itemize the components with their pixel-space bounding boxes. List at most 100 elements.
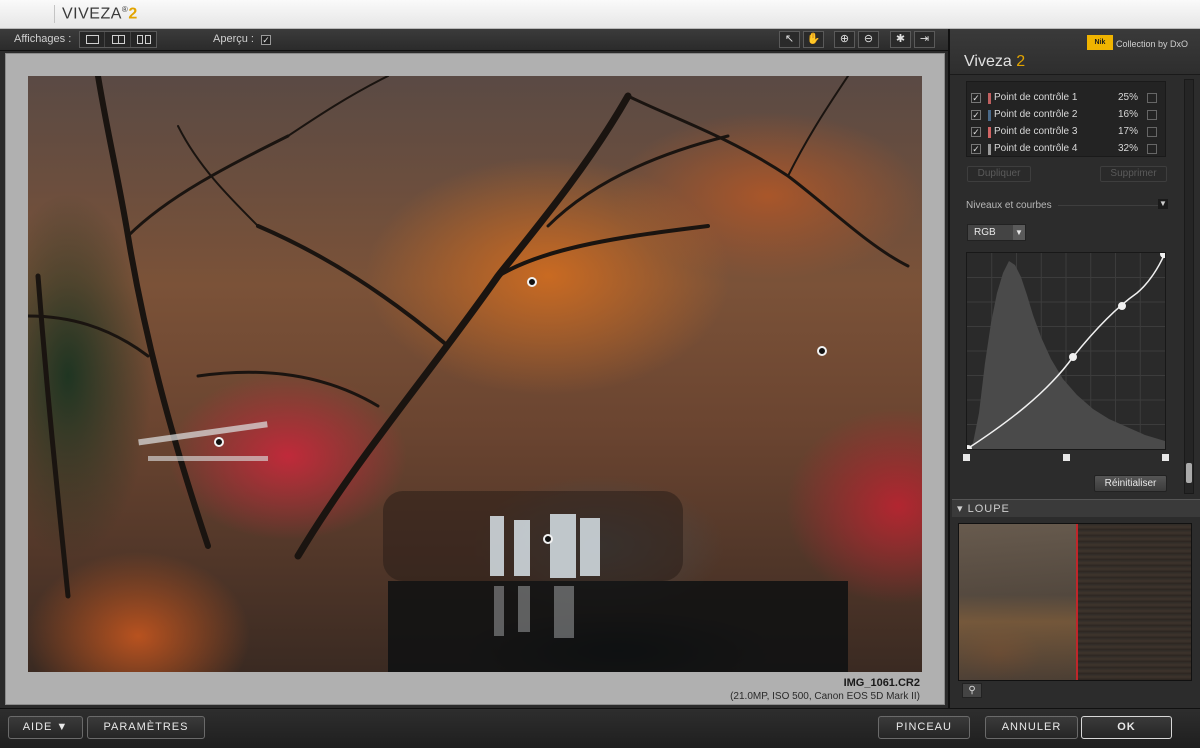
control-point-2-percent: 16%: [1118, 109, 1139, 120]
side-by-side-right-icon: [145, 35, 151, 44]
app-title: VIVEZA®2: [62, 5, 138, 23]
hand-tool-button[interactable]: ✋: [803, 31, 824, 48]
control-point-3-label: Point de contrôle 3: [994, 126, 1078, 137]
control-point-4-group-box[interactable]: [1147, 144, 1157, 154]
control-point-4[interactable]: [543, 534, 553, 544]
hand-icon: ✋: [806, 33, 821, 45]
loupe-header[interactable]: ▾ LOUPE: [952, 499, 1200, 517]
loupe-title-text: LOUPE: [967, 503, 1010, 515]
app-version: 2: [128, 5, 138, 23]
zoom-in-button[interactable]: ⊕: [834, 31, 855, 48]
levels-curves-title: Niveaux et courbes: [966, 200, 1052, 211]
zoom-out-button[interactable]: ⊖: [858, 31, 879, 48]
panel-title: Viveza 2: [964, 53, 1025, 71]
duplicate-button[interactable]: Dupliquer: [967, 166, 1031, 182]
control-point-4-checkbox[interactable]: ✓: [971, 144, 981, 154]
single-view-icon: [86, 35, 99, 44]
help-button[interactable]: AIDE ▼: [8, 716, 83, 739]
viveza-window: VIVEZA®2 Affichages : Aperçu : ✓ ↖ ✋ ⊕ ⊖…: [0, 0, 1200, 748]
split-view-button[interactable]: [106, 32, 131, 47]
control-point-4-label: Point de contrôle 4: [994, 143, 1078, 154]
file-info: (21.0MP, ISO 500, Canon EOS 5D Mark II): [730, 691, 920, 702]
control-point-2-group-box[interactable]: [1147, 110, 1157, 120]
white-point-slider[interactable]: [1162, 454, 1169, 461]
control-point-3-checkbox[interactable]: ✓: [971, 127, 981, 137]
collection-text: Collection by DxO: [1116, 39, 1189, 49]
pin-loupe-button[interactable]: ⚲: [962, 683, 982, 698]
control-point-3-group-box[interactable]: [1147, 127, 1157, 137]
control-point-1-group-box[interactable]: [1147, 93, 1157, 103]
zoom-out-icon: ⊖: [863, 33, 874, 45]
title-bar: VIVEZA®2: [0, 0, 1200, 29]
control-point-2-swatch: [988, 110, 991, 121]
side-by-side-view-button[interactable]: [132, 32, 157, 47]
control-point-1-checkbox[interactable]: ✓: [971, 93, 981, 103]
loupe-preview: [1077, 524, 1191, 680]
panel-header: Nik Collection by DxO Viveza 2: [950, 29, 1200, 75]
toolbar: Affichages : Aperçu : ✓ ↖ ✋ ⊕ ⊖ ✱ ⇥: [0, 29, 948, 51]
control-point-4-percent: 32%: [1118, 143, 1139, 154]
canvas-frame: IMG_1061.CR2 (21.0MP, ISO 500, Canon EOS…: [5, 53, 945, 705]
lightbulb-icon: ✱: [895, 33, 906, 45]
control-point-3-swatch: [988, 127, 991, 138]
apercu-checkbox[interactable]: ✓: [261, 35, 271, 45]
control-point-row-3[interactable]: ✓ Point de contrôle 3 17%: [967, 124, 1165, 141]
export-button[interactable]: ⇥: [914, 31, 935, 48]
tree-branches: [28, 76, 910, 672]
file-name: IMG_1061.CR2: [843, 677, 920, 689]
curves-histogram: [967, 253, 1165, 449]
control-point-2-label: Point de contrôle 2: [994, 109, 1078, 120]
control-point-1-swatch: [988, 93, 991, 104]
control-point-list: ✓ Point de contrôle 1 25% ✓ Point de con…: [966, 81, 1166, 157]
split-view-icon: [112, 35, 125, 44]
photo-preview[interactable]: [28, 76, 922, 672]
loupe-title: ▾ LOUPE: [957, 503, 1010, 515]
control-point-3[interactable]: [214, 437, 224, 447]
nik-logo: Nik: [1087, 35, 1113, 50]
control-point-3-percent: 17%: [1118, 126, 1139, 137]
select-tool-button[interactable]: ↖: [779, 31, 800, 48]
settings-button[interactable]: PARAMÈTRES: [87, 716, 205, 739]
lightbulb-button[interactable]: ✱: [890, 31, 911, 48]
title-separator: [54, 5, 55, 23]
side-by-side-left-icon: [137, 35, 143, 44]
affichages-label: Affichages :: [14, 33, 72, 45]
single-view-button[interactable]: [80, 32, 105, 47]
control-point-2[interactable]: [817, 346, 827, 356]
panel-scrollbar[interactable]: [1184, 79, 1194, 494]
zoom-in-icon: ⊕: [839, 33, 850, 45]
chevron-down-icon: ▼: [1013, 225, 1025, 240]
pin-icon: ⚲: [968, 685, 976, 696]
control-point-1-percent: 25%: [1118, 92, 1139, 103]
curves-graph[interactable]: [966, 252, 1166, 450]
brush-button[interactable]: PINCEAU: [878, 716, 970, 739]
control-point-row-4[interactable]: ✓ Point de contrôle 4 32%: [967, 141, 1165, 156]
loupe-view[interactable]: [958, 523, 1192, 681]
loupe-original: [959, 524, 1076, 680]
channel-select[interactable]: RGB ▼: [967, 224, 1026, 241]
ok-button[interactable]: OK: [1081, 716, 1172, 739]
control-point-row-2[interactable]: ✓ Point de contrôle 2 16%: [967, 107, 1165, 124]
select-icon: ↖: [784, 33, 795, 45]
bottom-bar: AIDE ▼ PARAMÈTRES PINCEAU ANNULER OK: [0, 708, 1200, 748]
control-point-row-1[interactable]: ✓ Point de contrôle 1 25%: [967, 90, 1165, 107]
section-divider: [1058, 205, 1158, 206]
gamma-slider[interactable]: [1063, 454, 1070, 461]
curve-point-white[interactable]: [1160, 253, 1165, 258]
black-point-slider[interactable]: [963, 454, 970, 461]
control-point-2-checkbox[interactable]: ✓: [971, 110, 981, 120]
app-name: VIVEZA: [62, 5, 122, 23]
channel-value: RGB: [974, 227, 996, 238]
cancel-button[interactable]: ANNULER: [985, 716, 1078, 739]
loupe-divider[interactable]: [1076, 524, 1078, 680]
export-icon: ⇥: [919, 33, 930, 45]
curve-point-upper[interactable]: [1118, 302, 1126, 310]
curve-point-mid[interactable]: [1069, 353, 1077, 361]
reset-button[interactable]: Réinitialiser: [1094, 475, 1167, 492]
panel-scroll-thumb[interactable]: [1186, 463, 1192, 483]
control-point-1[interactable]: [527, 277, 537, 287]
delete-button[interactable]: Supprimer: [1100, 166, 1167, 182]
collapse-caret-icon[interactable]: ▼: [1158, 199, 1168, 209]
control-point-1-label: Point de contrôle 1: [994, 92, 1078, 103]
view-mode-group: [79, 31, 157, 48]
